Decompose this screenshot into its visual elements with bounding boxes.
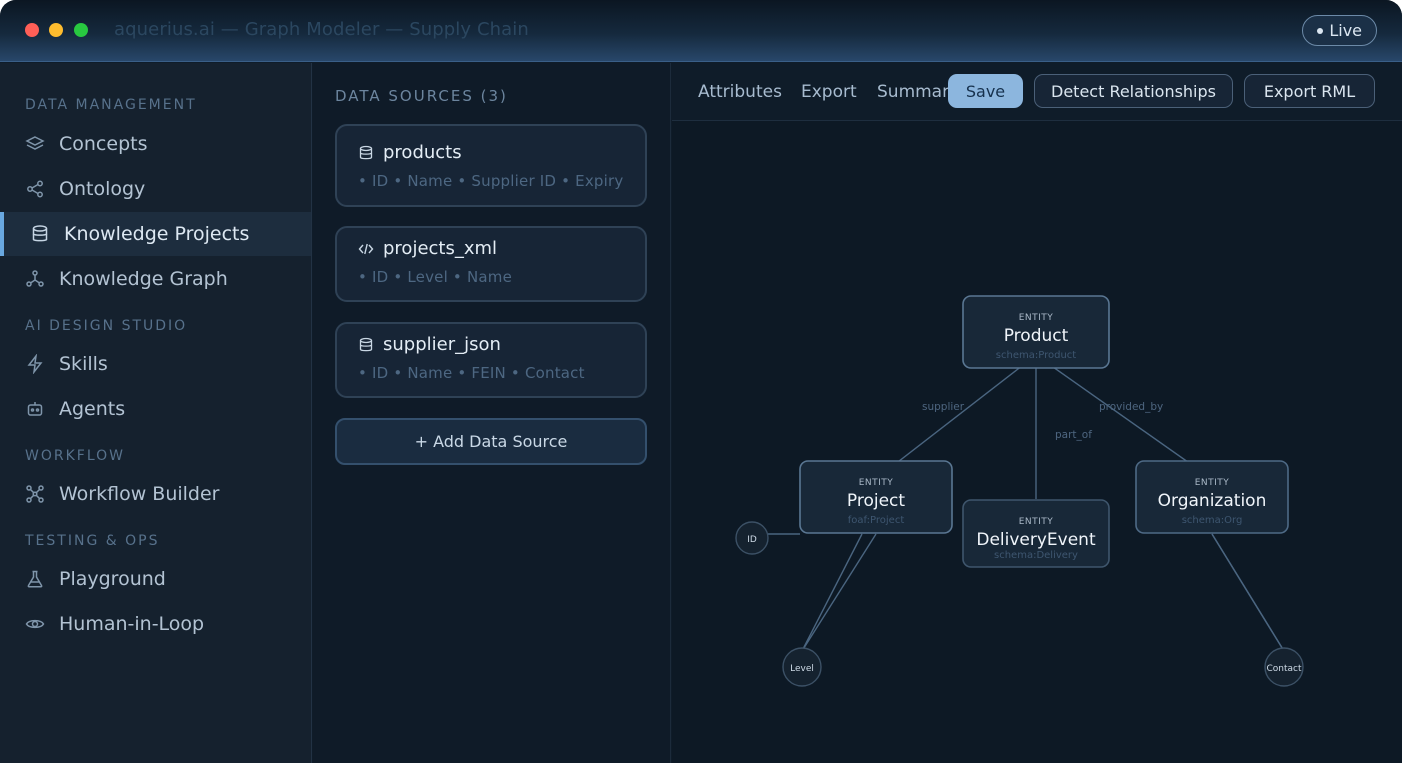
graph-canvas[interactable]: supplier part_of provided_by ENTITY Prod… xyxy=(672,121,1402,763)
entity-node-project[interactable]: ENTITY Project foaf:Project xyxy=(799,460,953,534)
flask-icon xyxy=(25,569,45,589)
entity-type: schema:Org xyxy=(1182,515,1243,526)
data-source-name: products xyxy=(383,142,462,163)
database-icon xyxy=(30,224,50,244)
entity-kind-label: ENTITY xyxy=(1019,313,1054,323)
sidebar-item-skills[interactable]: Skills xyxy=(0,342,311,386)
data-source-name: supplier_json xyxy=(383,334,501,355)
sidebar-item-knowledge-graph[interactable]: Knowledge Graph xyxy=(0,257,311,301)
sidebar-item-label: Workflow Builder xyxy=(59,483,220,505)
share-nodes-icon xyxy=(25,179,45,199)
entity-kind-label: ENTITY xyxy=(859,478,894,488)
sidebar-item-label: Knowledge Projects xyxy=(64,223,250,245)
graph-modeler-main: Attributes Export Summary Save Detect Re… xyxy=(672,63,1402,763)
edge-org-contact-alt xyxy=(1211,533,1285,652)
section-heading-testing-ops: TESTING & OPS xyxy=(25,533,160,549)
tab-summary[interactable]: Summary xyxy=(877,82,959,102)
sidebar: DATA MANAGEMENT Concepts Ontology Knowle… xyxy=(0,63,312,763)
data-source-fields: • ID • Name • FEIN • Contact xyxy=(358,364,585,382)
attribute-node-id[interactable]: ID xyxy=(735,521,769,555)
workflow-icon xyxy=(25,484,45,504)
sidebar-item-playground[interactable]: Playground xyxy=(0,557,311,601)
layers-icon xyxy=(25,134,45,154)
bolt-icon xyxy=(25,354,45,374)
window-title: aquerius.ai — Graph Modeler — Supply Cha… xyxy=(114,19,529,40)
close-window-button[interactable] xyxy=(25,23,39,37)
data-source-card-products[interactable]: products • ID • Name • Supplier ID • Exp… xyxy=(335,124,647,207)
database-icon xyxy=(358,145,374,161)
edge-label-supplier: supplier xyxy=(922,401,965,413)
data-sources-heading: DATA SOURCES (3) xyxy=(335,87,508,105)
maximize-window-button[interactable] xyxy=(74,23,88,37)
sidebar-item-human-in-loop[interactable]: Human-in-Loop xyxy=(0,602,311,646)
app-window: aquerius.ai — Graph Modeler — Supply Cha… xyxy=(0,0,1402,763)
sidebar-item-label: Ontology xyxy=(59,178,146,200)
robot-icon xyxy=(25,399,45,419)
sidebar-item-label: Playground xyxy=(59,568,166,590)
entity-node-organization[interactable]: ENTITY Organization schema:Org xyxy=(1135,460,1289,534)
sidebar-item-label: Skills xyxy=(59,353,108,375)
attribute-label: Level xyxy=(790,664,814,674)
entity-node-product[interactable]: ENTITY Product schema:Product xyxy=(962,295,1110,369)
edge-project-level xyxy=(801,533,877,652)
tab-attributes[interactable]: Attributes xyxy=(698,82,782,102)
live-status-badge: Live xyxy=(1302,15,1377,46)
data-source-fields: • ID • Level • Name xyxy=(358,268,513,286)
data-source-name: projects_xml xyxy=(383,238,498,259)
sidebar-item-agents[interactable]: Agents xyxy=(0,387,311,431)
section-heading-data-management: DATA MANAGEMENT xyxy=(25,97,197,113)
save-button[interactable]: Save xyxy=(948,74,1023,108)
sidebar-item-workflow-builder[interactable]: Workflow Builder xyxy=(0,472,311,516)
data-source-fields: • ID • Name • Supplier ID • Expiry xyxy=(358,172,624,190)
data-source-card-projects-xml[interactable]: projects_xml • ID • Level • Name xyxy=(335,226,647,302)
title-bar: aquerius.ai — Graph Modeler — Supply Cha… xyxy=(0,0,1402,62)
code-icon xyxy=(358,241,374,257)
section-heading-workflow: WORKFLOW xyxy=(25,448,125,464)
sidebar-item-label: Knowledge Graph xyxy=(59,268,228,290)
attribute-node-contact[interactable]: Contact xyxy=(1264,647,1304,687)
sidebar-item-concepts[interactable]: Concepts xyxy=(0,122,311,166)
graph-svg: supplier part_of provided_by ENTITY Prod… xyxy=(735,295,1304,687)
data-source-card-supplier-json[interactable]: supplier_json • ID • Name • FEIN • Conta… xyxy=(335,322,647,398)
attribute-label: Contact xyxy=(1266,664,1301,674)
section-heading-ai-design-studio: AI DESIGN STUDIO xyxy=(25,318,188,334)
entity-node-delivery-event[interactable]: ENTITY DeliveryEvent schema:Delivery xyxy=(962,499,1110,568)
database-icon xyxy=(358,337,374,353)
entity-title: Product xyxy=(1004,326,1069,346)
entity-type: schema:Delivery xyxy=(994,550,1078,561)
toolbar: Attributes Export Summary Save Detect Re… xyxy=(672,63,1402,121)
add-data-source-button[interactable]: + Add Data Source xyxy=(335,418,647,465)
graph-icon xyxy=(25,269,45,289)
data-sources-panel: DATA SOURCES (3) products • ID • Name • … xyxy=(313,63,671,763)
entity-type: schema:Product xyxy=(996,350,1076,361)
live-status-label: Live xyxy=(1329,21,1362,40)
sidebar-item-label: Human-in-Loop xyxy=(59,613,205,635)
attribute-label: ID xyxy=(747,535,757,545)
entity-kind-label: ENTITY xyxy=(1195,478,1230,488)
tab-export[interactable]: Export xyxy=(801,82,857,102)
attribute-node-level[interactable]: Level xyxy=(782,647,822,687)
sidebar-item-knowledge-projects[interactable]: Knowledge Projects xyxy=(0,212,311,256)
entity-title: DeliveryEvent xyxy=(976,530,1096,550)
sidebar-item-label: Concepts xyxy=(59,133,148,155)
export-rml-button[interactable]: Export RML xyxy=(1244,74,1375,108)
edge-label-part-of: part_of xyxy=(1055,429,1092,441)
entity-type: foaf:Project xyxy=(848,515,905,526)
live-dot-icon xyxy=(1317,27,1324,34)
edge-project-level-alt xyxy=(801,533,863,652)
detect-relationships-button[interactable]: Detect Relationships xyxy=(1034,74,1233,108)
entity-title: Project xyxy=(847,491,905,511)
entity-kind-label: ENTITY xyxy=(1019,517,1054,527)
eye-icon xyxy=(25,614,45,634)
entity-title: Organization xyxy=(1158,491,1267,511)
sidebar-item-ontology[interactable]: Ontology xyxy=(0,167,311,211)
sidebar-item-label: Agents xyxy=(59,398,126,420)
edge-label-provided-by: provided_by xyxy=(1099,401,1163,413)
minimize-window-button[interactable] xyxy=(49,23,63,37)
